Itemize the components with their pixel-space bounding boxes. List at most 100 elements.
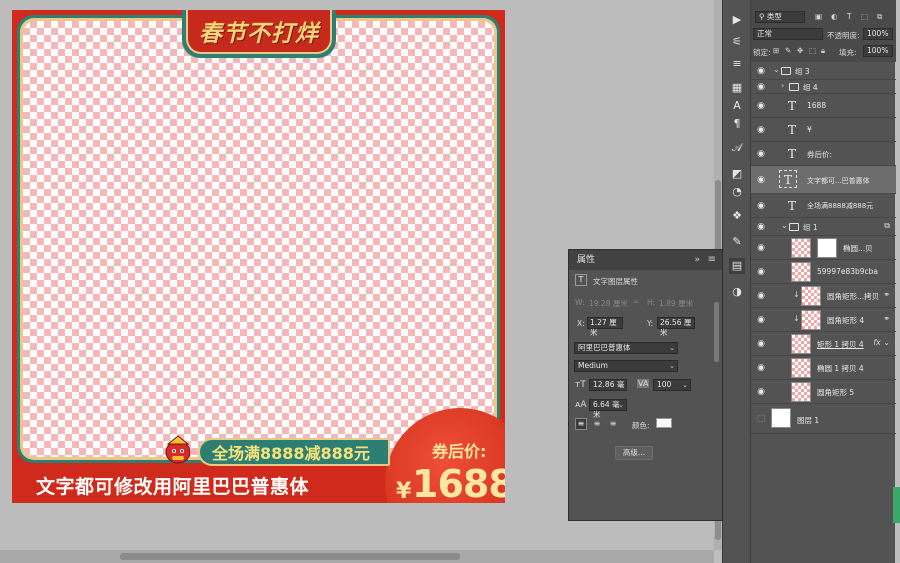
- layer-row[interactable]: ◉ 椭圆 1 拷贝 4: [751, 356, 896, 380]
- visibility-eye-icon[interactable]: ◉: [755, 81, 767, 93]
- visibility-eye-icon[interactable]: ◉: [755, 200, 767, 212]
- price-currency: ¥: [396, 479, 412, 503]
- filter-shape-icon[interactable]: ⬚: [861, 12, 868, 21]
- folder-icon: [781, 67, 791, 75]
- layer-name: 1688: [807, 101, 827, 110]
- 3d-icon[interactable]: ❖: [729, 208, 745, 224]
- paragraph-icon[interactable]: ¶: [729, 116, 745, 132]
- visibility-eye-icon[interactable]: ◉: [755, 386, 767, 398]
- brush-settings-icon[interactable]: ✎: [729, 234, 745, 250]
- horizontal-scroll-thumb[interactable]: [120, 553, 460, 560]
- lock-all-icon[interactable]: 🔒︎: [821, 46, 825, 56]
- layer-row[interactable]: ◉ 59997e83b9cba: [751, 260, 896, 284]
- chevron-right-icon[interactable]: ›: [781, 81, 784, 90]
- layer-name: ¥: [807, 125, 812, 134]
- opacity-label: 不透明度:: [827, 31, 860, 40]
- filter-smart-icon[interactable]: ⧉: [877, 12, 882, 22]
- collapse-icon[interactable]: »: [694, 250, 700, 270]
- filter-pixel-icon[interactable]: ▣: [815, 12, 822, 21]
- layer-row[interactable]: ◉ T 文字都可...巴普惠体: [751, 166, 896, 194]
- text-layer-icon: T: [575, 274, 587, 286]
- layer-row[interactable]: ◉ T 1688: [751, 94, 896, 118]
- lock-move-icon[interactable]: ✥: [797, 46, 803, 55]
- layer-row[interactable]: ◉ 圆角矩形 5: [751, 380, 896, 404]
- visibility-off-icon[interactable]: □: [755, 413, 767, 425]
- align-center-icon[interactable]: ≡: [591, 418, 603, 430]
- font-family-select[interactable]: 阿里巴巴普惠体 ⌄: [574, 342, 678, 354]
- properties-scrollbar[interactable]: [714, 302, 719, 362]
- text-color-swatch[interactable]: [656, 418, 672, 428]
- smart-object-icon: ⧉: [884, 221, 890, 230]
- layer-row[interactable]: ◉ ↓ 圆角矩形 4 ⚭: [751, 308, 896, 332]
- x-label: X:: [577, 319, 585, 328]
- font-size-icon: ᴛT: [575, 380, 586, 390]
- blend-mode-select[interactable]: 正常: [753, 28, 823, 40]
- chevron-down-icon[interactable]: ⌄: [781, 221, 788, 230]
- layer-row[interactable]: ◉ ⌄ 组 3: [751, 62, 896, 80]
- visibility-eye-icon[interactable]: ◉: [755, 148, 767, 160]
- fx-icon[interactable]: fx ⌄: [873, 338, 890, 347]
- opacity-field[interactable]: 100%: [863, 28, 893, 40]
- layer-row[interactable]: ◉ 椭圆...贝: [751, 236, 896, 260]
- layer-row[interactable]: □ 图层 1: [751, 404, 896, 434]
- sliders-icon[interactable]: ≡: [729, 56, 745, 72]
- channels-icon[interactable]: ◔: [729, 184, 745, 200]
- glyph-icon[interactable]: 𝒜: [729, 140, 745, 156]
- layer-name: 圆角矩形...拷贝: [827, 292, 880, 301]
- advanced-button[interactable]: 高级...: [615, 446, 653, 460]
- lock-artboard-icon[interactable]: ⬚: [809, 46, 816, 55]
- grid-icon[interactable]: ▦: [729, 80, 745, 96]
- visibility-eye-icon[interactable]: ◉: [755, 174, 767, 186]
- layer-filter-select[interactable]: ⚲ 类型: [755, 11, 805, 23]
- visibility-eye-icon[interactable]: ◉: [755, 124, 767, 136]
- tracking-field[interactable]: 100 ⌄: [653, 379, 691, 391]
- paths-icon[interactable]: ◩: [729, 166, 745, 182]
- layer-row[interactable]: ◉ ⌄ 组 1 ⧉: [751, 218, 896, 236]
- adjust-icon[interactable]: ⚟: [729, 34, 745, 50]
- lock-pixels-icon[interactable]: ⊞: [773, 46, 779, 55]
- layer-row[interactable]: ◉ 矩形 1 拷贝 4 fx ⌄: [751, 332, 896, 356]
- leading-field[interactable]: 6.64 毫米 ⌄: [589, 399, 627, 419]
- lock-brush-icon[interactable]: ✎: [785, 46, 791, 55]
- layer-row[interactable]: ◉ T ¥: [751, 118, 896, 142]
- layer-row[interactable]: ◉ T 全场满8888减888元: [751, 194, 896, 218]
- chevron-down-icon[interactable]: ⌄: [773, 65, 780, 74]
- layer-row[interactable]: ◉ T 券后价:: [751, 142, 896, 166]
- artboard[interactable]: 春节不打烊 全场满8888减888元 文字都可修改用阿里巴巴普惠体 券后价: ¥…: [12, 10, 505, 503]
- align-right-icon[interactable]: ≡: [607, 418, 619, 430]
- color-label: 颜色:: [632, 421, 650, 430]
- visibility-eye-icon[interactable]: ◉: [755, 100, 767, 112]
- character-icon[interactable]: A: [729, 98, 745, 114]
- visibility-eye-icon[interactable]: ◉: [755, 314, 767, 326]
- font-weight-value: Medium: [578, 361, 608, 370]
- y-field[interactable]: 26.56 厘米: [657, 317, 695, 337]
- visibility-eye-icon[interactable]: ◉: [755, 242, 767, 254]
- layers-panel: ⚲ 类型 ▣ ◐ T ⬚ ⧉ 正常 不透明度: 100% 锁定: ⊞ ✎ ✥ ⬚…: [750, 0, 896, 563]
- layer-row[interactable]: ◉ › 组 4: [751, 80, 896, 94]
- font-weight-select[interactable]: Medium ⌄: [574, 360, 678, 372]
- link-icon[interactable]: ∞: [633, 297, 639, 306]
- visibility-eye-icon[interactable]: ◉: [755, 266, 767, 278]
- filter-text-icon[interactable]: T: [847, 12, 852, 21]
- visibility-eye-icon[interactable]: ◉: [755, 221, 767, 233]
- color-icon[interactable]: ◑: [729, 284, 745, 300]
- leading-value: 6.64 毫米: [593, 400, 620, 419]
- properties-tab[interactable]: 属性 » ≡: [569, 250, 722, 270]
- horizontal-scrollbar[interactable]: [0, 550, 714, 563]
- w-field[interactable]: 19.28 厘米: [589, 298, 628, 309]
- visibility-eye-icon[interactable]: ◉: [755, 290, 767, 302]
- h-field[interactable]: 1.89 厘米: [659, 298, 693, 309]
- play-icon[interactable]: ▶: [729, 12, 745, 28]
- filter-adjust-icon[interactable]: ◐: [831, 12, 838, 21]
- x-field[interactable]: 1.27 厘米: [587, 317, 623, 337]
- visibility-eye-icon[interactable]: ◉: [755, 338, 767, 350]
- font-size-field[interactable]: 12.86 毫 ⌄: [589, 379, 627, 391]
- visibility-eye-icon[interactable]: ◉: [755, 65, 767, 77]
- chevron-down-icon: ⌄: [618, 381, 624, 389]
- visibility-eye-icon[interactable]: ◉: [755, 362, 767, 374]
- panel-menu-icon[interactable]: ≡: [708, 250, 716, 270]
- align-left-icon[interactable]: ≡: [575, 418, 587, 430]
- properties-icon[interactable]: ▤: [729, 258, 745, 274]
- fill-field[interactable]: 100%: [863, 45, 893, 57]
- layer-row[interactable]: ◉ ↓ 圆角矩形...拷贝 ⚭: [751, 284, 896, 308]
